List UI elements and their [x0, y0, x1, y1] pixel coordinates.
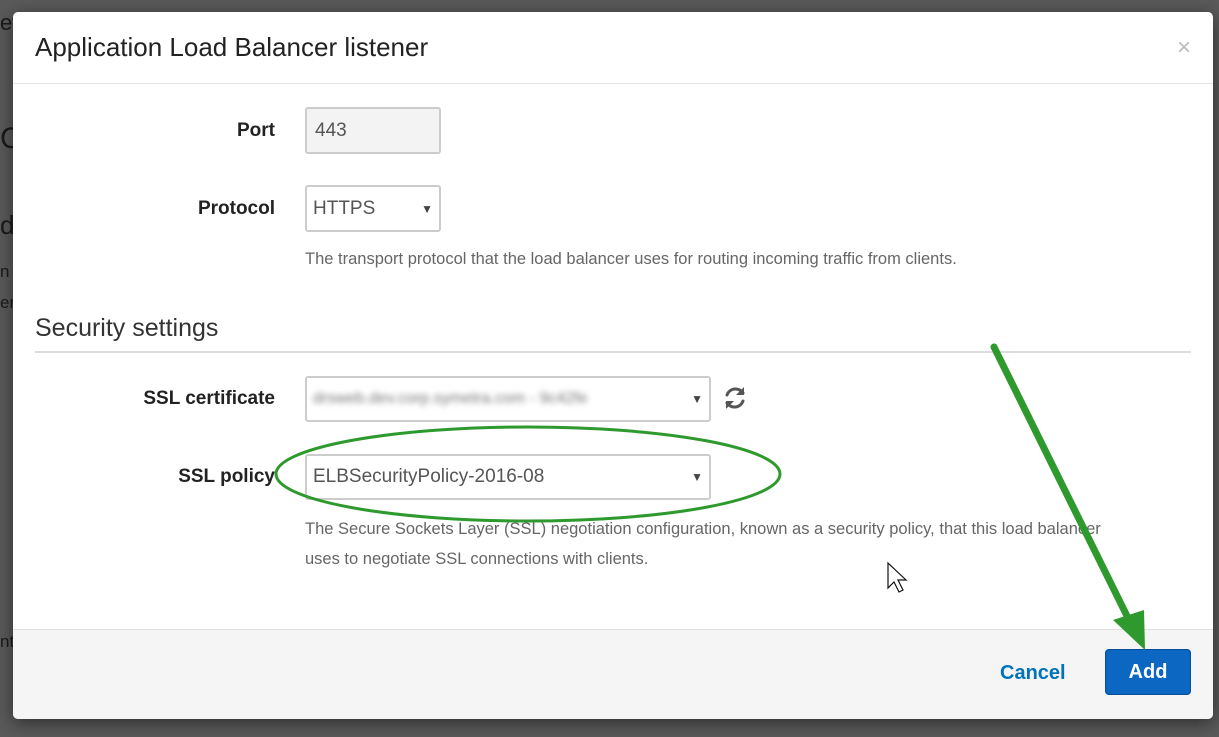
cancel-button[interactable]: Cancel — [1000, 662, 1066, 685]
ssl-policy-select-value: ELBSecurityPolicy-2016-08 — [313, 466, 545, 487]
modal-header: Application Load Balancer listener × — [13, 12, 1213, 84]
port-input[interactable]: 443 — [305, 107, 441, 154]
ssl-certificate-select[interactable]: drsweb.dev.corp.symetra.com - 9c42fe ▼ — [305, 376, 711, 422]
port-label: Port — [237, 120, 275, 141]
ssl-certificate-label: SSL certificate — [143, 388, 275, 409]
security-settings-heading: Security settings — [35, 314, 219, 342]
protocol-label: Protocol — [197, 198, 275, 219]
section-divider — [35, 351, 1191, 353]
add-button[interactable]: Add — [1105, 649, 1191, 695]
protocol-select-value: HTTPS — [313, 197, 376, 219]
modal-title: Application Load Balancer listener — [35, 32, 429, 62]
ssl-certificate-value: drsweb.dev.corp.symetra.com - 9c42fe — [313, 390, 588, 407]
ssl-policy-help-line2: uses to negotiate SSL connections with c… — [305, 550, 649, 568]
listener-modal: Application Load Balancer listener × Por… — [13, 12, 1213, 719]
caret-down-icon: ▼ — [691, 470, 703, 484]
protocol-help-text: The transport protocol that the load bal… — [305, 250, 957, 268]
close-icon[interactable]: × — [1177, 36, 1191, 60]
caret-down-icon: ▼ — [421, 201, 433, 216]
background-text: n — [0, 262, 10, 281]
ssl-policy-help-line1: The Secure Sockets Layer (SSL) negotiati… — [305, 520, 1101, 538]
caret-down-icon: ▼ — [691, 392, 703, 406]
protocol-select[interactable]: HTTPS ▼ — [305, 185, 441, 232]
ssl-policy-label: SSL policy — [178, 466, 275, 487]
refresh-icon[interactable] — [721, 384, 749, 412]
ssl-policy-select[interactable]: ELBSecurityPolicy-2016-08 ▼ — [305, 454, 711, 500]
